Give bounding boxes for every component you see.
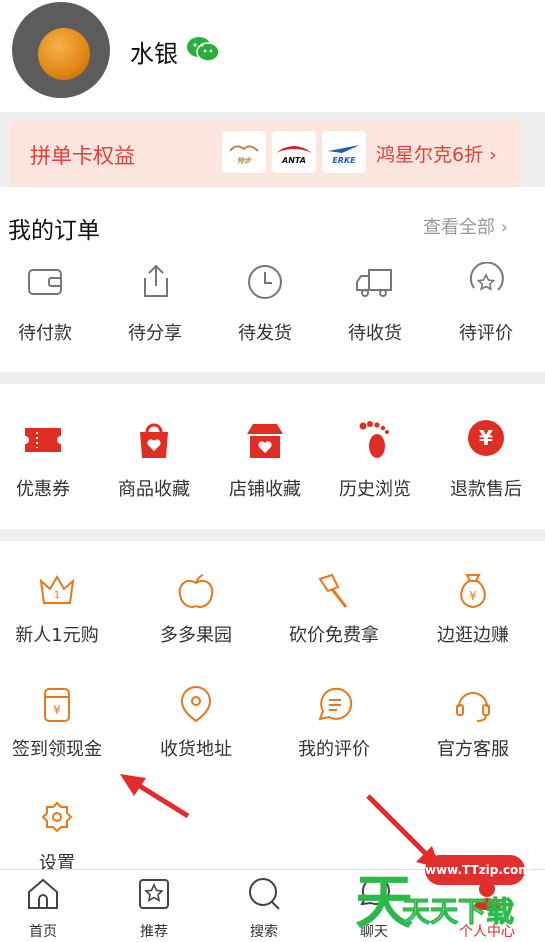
nav-label: 推荐: [140, 924, 168, 940]
nav-label: 首页: [29, 924, 57, 940]
nav-search[interactable]: 搜索: [219, 876, 309, 940]
search-icon: [249, 878, 280, 910]
watermark-url: www.TTzip.com: [425, 855, 531, 885]
annotation-arrows: [120, 774, 440, 868]
nav-recommend[interactable]: 推荐: [109, 876, 199, 940]
nav-label: 搜索: [250, 924, 278, 940]
nav-home[interactable]: 首页: [0, 876, 88, 940]
watermark-logo: 天: [355, 868, 413, 936]
star-box-icon: [139, 879, 169, 909]
watermark-brand: 天天下载: [401, 895, 515, 929]
home-icon: [28, 878, 58, 909]
